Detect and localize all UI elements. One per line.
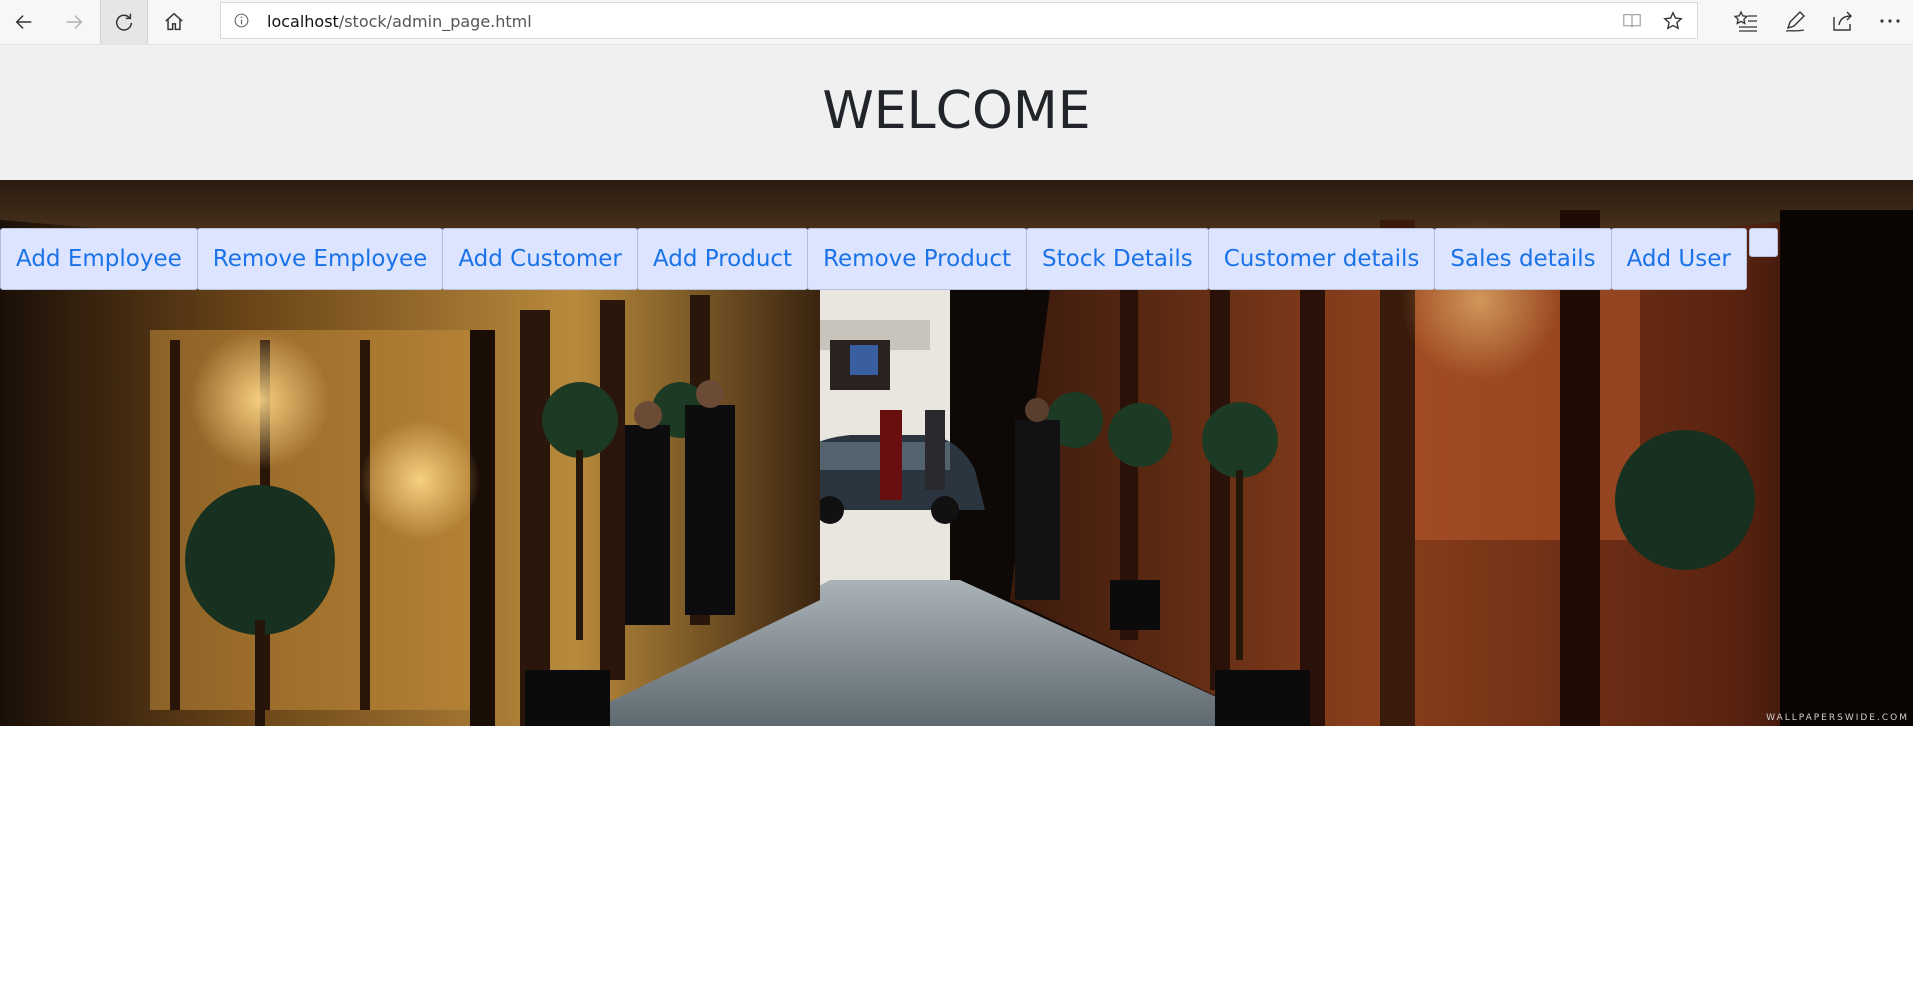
stock-details-button[interactable]: Stock Details [1026, 228, 1209, 290]
back-button[interactable] [0, 0, 48, 44]
refresh-button[interactable] [100, 0, 148, 44]
remove-product-button[interactable]: Remove Product [807, 228, 1028, 290]
web-note-button[interactable] [1782, 8, 1808, 34]
forward-button[interactable] [50, 0, 98, 44]
address-bar[interactable]: localhost/stock/admin_page.html [220, 2, 1698, 39]
welcome-header: WELCOME [0, 45, 1913, 180]
url-text[interactable]: localhost/stock/admin_page.html [267, 12, 532, 31]
empty-menu-button[interactable] [1748, 228, 1778, 257]
star-icon [1663, 11, 1683, 30]
pen-icon [1785, 11, 1805, 32]
sales-details-button[interactable]: Sales details [1434, 228, 1612, 290]
favorite-button[interactable] [1662, 10, 1684, 32]
page-title: WELCOME [822, 81, 1091, 141]
favorites-hub-button[interactable] [1733, 8, 1759, 34]
remove-employee-button[interactable]: Remove Employee [196, 228, 444, 290]
share-icon [1833, 11, 1852, 31]
add-customer-button[interactable]: Add Customer [442, 228, 638, 290]
share-button[interactable] [1830, 8, 1856, 34]
reading-view-button[interactable] [1621, 10, 1643, 32]
customer-details-button[interactable]: Customer details [1207, 228, 1436, 290]
favorites-list-icon [1733, 10, 1757, 32]
forward-arrow-icon [66, 15, 83, 29]
admin-menu: Add Employee Remove Employee Add Custome… [0, 228, 1778, 290]
back-arrow-icon [15, 15, 32, 29]
url-host: localhost [267, 12, 339, 31]
home-icon [165, 12, 183, 31]
add-user-button[interactable]: Add User [1610, 228, 1747, 290]
add-employee-button[interactable]: Add Employee [0, 228, 198, 290]
more-dots-icon [1880, 19, 1900, 23]
browser-toolbar: localhost/stock/admin_page.html [0, 0, 1913, 45]
reading-view-icon [1623, 13, 1641, 28]
url-path: /stock/admin_page.html [338, 12, 532, 31]
add-product-button[interactable]: Add Product [636, 228, 809, 290]
info-icon[interactable] [233, 12, 250, 29]
home-button[interactable] [150, 0, 198, 44]
refresh-icon [116, 13, 133, 31]
more-button[interactable] [1877, 8, 1903, 34]
watermark-text: WALLPAPERSWIDE.COM [1766, 713, 1909, 723]
